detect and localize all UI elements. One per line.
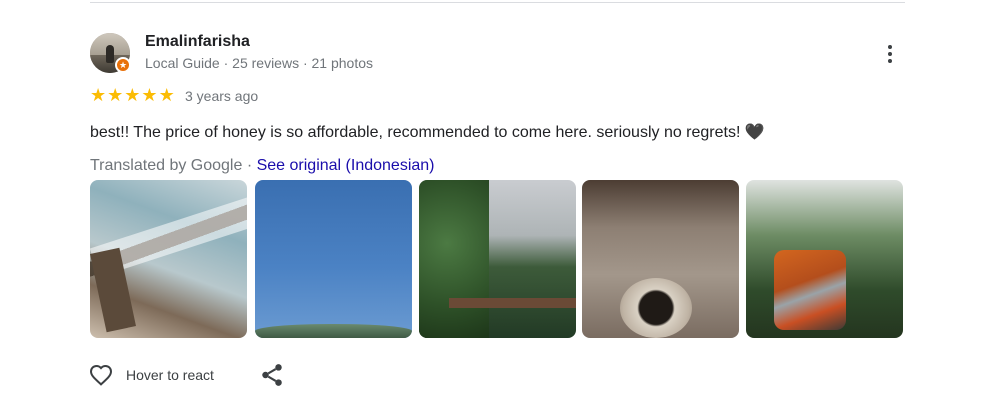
react-button[interactable]: Hover to react xyxy=(88,362,214,388)
star-icon: ★ xyxy=(107,85,124,105)
react-label: Hover to react xyxy=(126,367,214,383)
translation-note: Translated by Google · See original (Ind… xyxy=(90,157,435,175)
see-original-link[interactable]: See original (Indonesian) xyxy=(257,157,435,174)
review-text: best!! The price of honey is so affordab… xyxy=(90,124,765,141)
star-icon: ★ xyxy=(124,85,141,105)
review-photo-2[interactable] xyxy=(255,180,412,338)
review-photo-1[interactable] xyxy=(90,180,247,338)
star-icon: ★ xyxy=(158,85,175,105)
local-guide-badge-icon: ★ xyxy=(115,57,131,73)
review-photo-4[interactable] xyxy=(582,180,739,338)
translated-by-label: Translated by Google · xyxy=(90,157,257,174)
review-date: 3 years ago xyxy=(185,88,259,104)
share-button[interactable] xyxy=(259,362,285,388)
heart-icon xyxy=(88,363,114,387)
star-icon: ★ xyxy=(141,85,158,105)
reviewer-meta: Local Guide · 25 reviews · 21 photos xyxy=(145,55,374,71)
more-vert-icon xyxy=(888,45,892,49)
share-icon xyxy=(262,364,282,386)
reviewer-name[interactable]: Emalinfarisha xyxy=(145,33,250,51)
star-icon: ★ xyxy=(90,85,107,105)
top-divider xyxy=(90,2,905,3)
review-photo-3[interactable] xyxy=(419,180,576,338)
review-photo-5[interactable] xyxy=(746,180,903,338)
star-rating: ★ ★ ★ ★ ★ xyxy=(90,86,175,104)
more-options-button[interactable] xyxy=(876,40,904,68)
